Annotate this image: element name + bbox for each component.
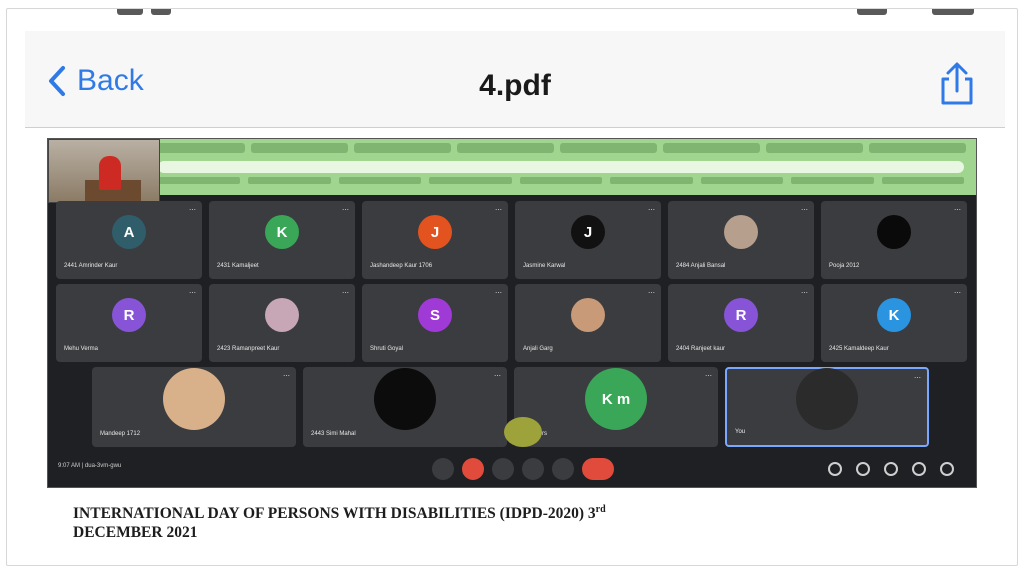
participant-tile[interactable]: R ⋯ Mehu Verma: [56, 284, 202, 362]
participant-name: Jasmine Karwal: [523, 263, 566, 269]
participant-avatar: K: [265, 215, 299, 250]
participant-name: Anjali Garg: [523, 346, 553, 352]
signal-icon: [857, 9, 887, 15]
browser-tabs: [148, 143, 966, 155]
more-options-button[interactable]: [552, 458, 574, 480]
meeting-screenshot: A ⋯ 2441 Amrinder Kaur K ⋯ 2431 Kamaljeet J ⋯ Ja…: [47, 138, 977, 488]
tile-options-icon[interactable]: ⋯: [648, 206, 655, 214]
caption-line-1: INTERNATIONAL DAY OF PERSONS WITH DISABI…: [73, 505, 596, 523]
bookmarks-bar: [158, 177, 964, 187]
camera-button[interactable]: [462, 458, 484, 480]
participant-avatar: [571, 298, 605, 333]
tile-options-icon[interactable]: ⋯: [495, 206, 502, 214]
tile-options-icon[interactable]: ⋯: [801, 289, 808, 297]
meeting-time: 9:07 AM | dua-3vm-gwu: [58, 463, 122, 469]
battery-icon: [932, 9, 974, 15]
participant-name: 2425 Kamaldeep Kaur: [829, 346, 889, 352]
participant-name: 2484 Anjali Bansal: [676, 263, 726, 269]
participant-avatar: [724, 215, 758, 250]
participant-avatar: K: [877, 298, 911, 333]
status-bar: [7, 9, 1017, 31]
participant-tile[interactable]: ⋯ Pooja 2012: [821, 201, 967, 279]
participant-avatar: [796, 368, 858, 431]
participant-avatar: R: [724, 298, 758, 333]
participant-name: Mandeep 1712: [100, 431, 141, 437]
participant-avatar: S: [418, 298, 452, 333]
participant-name: 2404 Ranjeet kaur: [676, 346, 726, 352]
participant-name: Jashandeep Kaur 1706: [370, 263, 433, 269]
participant-avatar: [163, 368, 225, 430]
lock-icon[interactable]: [940, 462, 954, 476]
document-caption: INTERNATIONAL DAY OF PERSONS WITH DISABI…: [73, 500, 973, 542]
participant-name: Pooja 2012: [829, 263, 860, 269]
presenter: [99, 156, 121, 190]
participant-avatar: A: [112, 215, 146, 250]
participant-tile[interactable]: ⋯ 2423 Ramanpreet Kaur: [209, 284, 355, 362]
pdf-page[interactable]: A ⋯ 2441 Amrinder Kaur K ⋯ 2431 Kamaljeet J ⋯ Ja…: [25, 128, 1005, 565]
participant-tile[interactable]: ⋯ Anjali Garg: [515, 284, 661, 362]
participant-avatar: R: [112, 298, 146, 333]
address-bar: [158, 161, 964, 173]
status-fragment: [151, 9, 171, 15]
page-title: 4.pdf: [479, 69, 551, 102]
participant-name: 2443 Simi Mahal: [311, 431, 356, 437]
participant-avatar: [374, 368, 436, 430]
participant-name: 2431 Kamaljeet: [217, 263, 259, 269]
caption-superscript: rd: [595, 504, 606, 515]
tile-options-icon[interactable]: ⋯: [189, 206, 196, 214]
participant-tile[interactable]: ⋯ You: [725, 367, 929, 447]
mic-button[interactable]: [432, 458, 454, 480]
participant-name: 2423 Ramanpreet Kaur: [217, 346, 280, 352]
present-button[interactable]: [522, 458, 544, 480]
tile-options-icon[interactable]: ⋯: [342, 206, 349, 214]
status-fragment: [117, 9, 143, 15]
captions-button[interactable]: [492, 458, 514, 480]
participant-tile[interactable]: J ⋯ Jasmine Karwal: [515, 201, 661, 279]
participant-tile[interactable]: ⋯ Mandeep 1712: [92, 367, 296, 447]
participant-tile[interactable]: K m⋯14 others: [514, 367, 718, 447]
participant-name: Mehu Verma: [64, 346, 99, 352]
tile-options-icon[interactable]: ⋯: [954, 289, 961, 297]
participant-avatar: [877, 215, 911, 250]
caption-line-2: DECEMBER 2021: [73, 524, 198, 542]
participant-tile[interactable]: K ⋯ 2431 Kamaljeet: [209, 201, 355, 279]
tile-options-icon[interactable]: ⋯: [189, 289, 196, 297]
participant-name: 2441 Amrinder Kaur: [64, 263, 118, 269]
participant-tile[interactable]: ⋯ 2443 Simi Mahal: [303, 367, 507, 447]
participant-tile[interactable]: A ⋯ 2441 Amrinder Kaur: [56, 201, 202, 279]
tile-options-icon[interactable]: ⋯: [954, 206, 961, 214]
tile-options-icon[interactable]: ⋯: [801, 206, 808, 214]
tile-options-icon[interactable]: ⋯: [495, 289, 502, 297]
tile-options-icon[interactable]: ⋯: [283, 372, 290, 380]
tile-options-icon[interactable]: ⋯: [494, 372, 501, 380]
tile-options-icon[interactable]: ⋯: [705, 372, 712, 380]
end-call-button[interactable]: [582, 458, 614, 480]
phone-frame: Back 4.pdf A ⋯ 2441 Amrinder Kaur K ⋯ 2431 Ka…: [6, 8, 1018, 566]
participant-tile[interactable]: R ⋯ 2404 Ranjeet kaur: [668, 284, 814, 362]
participant-avatar: [265, 298, 299, 333]
presenter-thumbnail: [48, 139, 160, 203]
floating-reaction: [504, 417, 542, 447]
tile-options-icon[interactable]: ⋯: [914, 374, 921, 382]
participant-name: You: [735, 429, 746, 435]
participant-avatar: K m: [585, 368, 647, 430]
meeting-controls: 9:07 AM | dua-3vm-gwu: [48, 449, 976, 487]
participant-tile[interactable]: K ⋯ 2425 Kamaldeep Kaur: [821, 284, 967, 362]
chat-icon[interactable]: [884, 462, 898, 476]
activities-icon[interactable]: [912, 462, 926, 476]
participant-avatar: J: [418, 215, 452, 250]
share-icon: [941, 62, 973, 105]
browser-toolbar: [48, 139, 976, 195]
participant-tile[interactable]: S ⋯ Shruti Goyal: [362, 284, 508, 362]
participant-tile[interactable]: ⋯ 2484 Anjali Bansal: [668, 201, 814, 279]
participant-avatar: J: [571, 215, 605, 250]
share-button[interactable]: [933, 61, 981, 109]
people-icon[interactable]: [856, 462, 870, 476]
navigation-bar: Back 4.pdf: [25, 31, 1005, 128]
tile-options-icon[interactable]: ⋯: [342, 289, 349, 297]
participant-tile[interactable]: J ⋯ Jashandeep Kaur 1706: [362, 201, 508, 279]
participant-name: Shruti Goyal: [370, 346, 404, 352]
info-icon[interactable]: [828, 462, 842, 476]
tile-options-icon[interactable]: ⋯: [648, 289, 655, 297]
